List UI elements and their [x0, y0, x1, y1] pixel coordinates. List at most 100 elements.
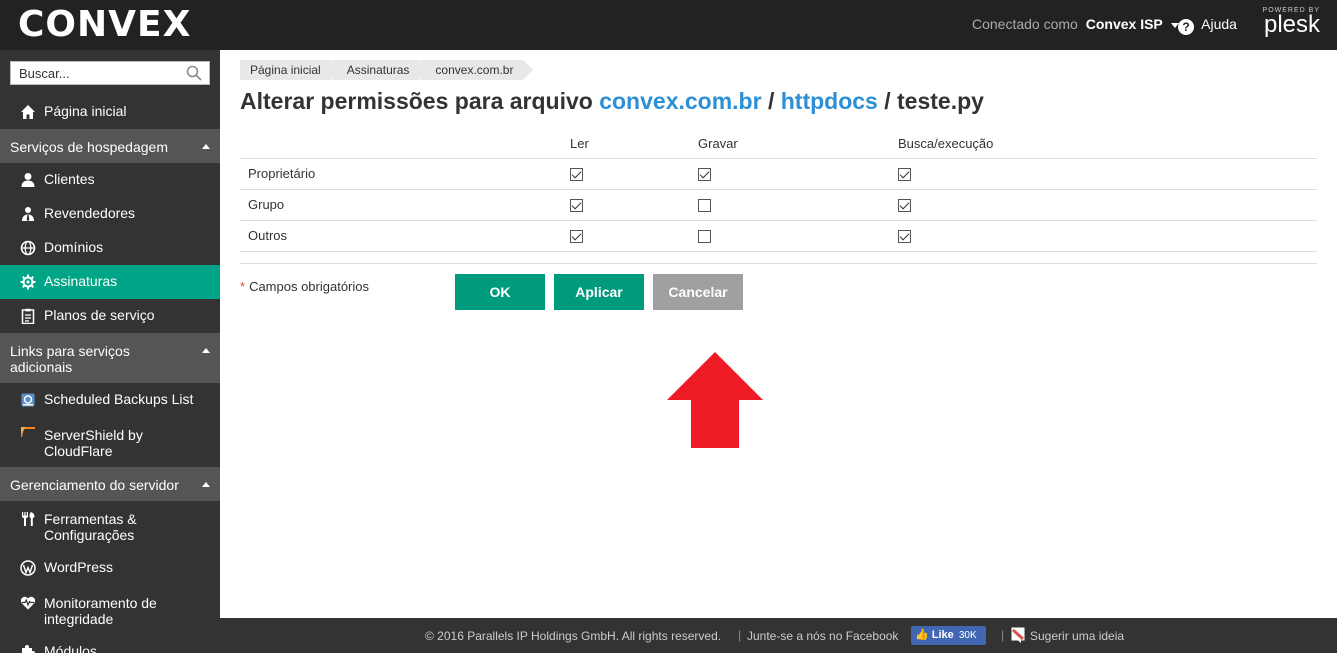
question-icon: ? [1178, 19, 1194, 35]
breadcrumb-subscriptions[interactable]: Assinaturas [332, 60, 430, 80]
checkbox-others-read[interactable] [570, 230, 583, 244]
breadcrumb: Página inicial Assinaturas convex.com.br [240, 60, 534, 80]
search-input[interactable] [11, 62, 181, 84]
sidebar-item-scheduled-backups[interactable]: Scheduled Backups List [0, 383, 220, 417]
reseller-icon [22, 207, 34, 221]
checkbox-owner-execute[interactable] [898, 168, 911, 182]
sidebar-item-label: Página inicial [44, 103, 127, 119]
help-link[interactable]: ? Ajuda [1178, 16, 1237, 35]
plesk-logo: POWERED BY plesk [1258, 7, 1320, 38]
help-label: Ajuda [1201, 16, 1237, 32]
sidebar-item-service-plans[interactable]: Planos de serviço [0, 299, 220, 333]
section-hosting[interactable]: Serviços de hospedagem [0, 129, 220, 163]
table-row: Grupo [240, 189, 1317, 221]
row-label-others: Outros [240, 220, 570, 252]
checkbox-others-write[interactable] [698, 230, 711, 244]
sidebar-item-resellers[interactable]: Revendedores [0, 197, 220, 231]
checkbox-group-read[interactable] [570, 199, 583, 213]
facebook-link[interactable]: Junte-se a nós no Facebook [747, 629, 898, 643]
title-link-domain[interactable]: convex.com.br [599, 88, 761, 114]
copyright: © 2016 Parallels IP Holdings GmbH. All r… [425, 629, 722, 643]
search-box[interactable] [10, 61, 210, 85]
checkbox-group-execute[interactable] [898, 199, 911, 213]
red-arrow-up-icon [667, 352, 763, 448]
chevron-up-icon[interactable] [202, 482, 210, 487]
sidebar-item-label: Scheduled Backups List [44, 391, 194, 407]
sidebar-item-label: Planos de serviço [44, 307, 155, 323]
section-label: Serviços de hospedagem [10, 139, 168, 155]
title-prefix: Alterar permissões para arquivo [240, 88, 593, 114]
sidebar-item-home[interactable]: Página inicial [0, 95, 220, 129]
chevron-up-icon[interactable] [202, 144, 210, 149]
user-name[interactable]: Convex ISP [1086, 16, 1163, 32]
sidebar-item-wordpress[interactable]: WordPress [0, 551, 220, 585]
header-read: Ler [570, 130, 698, 159]
apply-button[interactable]: Aplicar [554, 274, 644, 310]
breadcrumb-home[interactable]: Página inicial [240, 60, 341, 80]
sidebar-item-modules[interactable]: Módulos [0, 635, 220, 653]
sidebar-item-label: ServerShield by CloudFlare [44, 427, 143, 459]
backup-icon [21, 393, 35, 407]
required-star: * [240, 279, 246, 294]
checkbox-group-write[interactable] [698, 199, 711, 213]
thumbs-up-icon: 👍 [915, 629, 929, 641]
ok-button[interactable]: OK [455, 274, 545, 310]
sidebar-item-label: WordPress [44, 559, 113, 575]
wordpress-icon [20, 560, 36, 576]
header-execute: Busca/execução [898, 130, 1317, 159]
globe-icon [20, 240, 36, 256]
sidebar: Página inicial Serviços de hospedagem Cl… [0, 50, 220, 653]
connected-label: Conectado como [972, 16, 1078, 32]
sidebar-item-subscriptions[interactable]: Assinaturas [0, 265, 220, 299]
sidebar-item-tools-settings[interactable]: Ferramentas & Configurações [0, 501, 220, 551]
main-content: Página inicial Assinaturas convex.com.br… [220, 50, 1337, 618]
footer-separator: | [738, 628, 742, 642]
title-separator: / [884, 88, 891, 114]
chevron-up-icon[interactable] [202, 348, 210, 353]
section-additional-links[interactable]: Links para serviços adicionais [0, 333, 220, 383]
top-header: CONVEX Conectado como Convex ISP ? Ajuda… [0, 0, 1337, 50]
like-count: 30K [958, 630, 977, 641]
table-row: Outros [240, 220, 1317, 252]
section-label: Gerenciamento do servidor [10, 477, 179, 493]
facebook-like-button[interactable]: 👍 Like 30K [911, 626, 986, 645]
convex-logo[interactable]: CONVEX [18, 6, 191, 44]
title-link-httpdocs[interactable]: httpdocs [781, 88, 878, 114]
checkbox-owner-read[interactable] [570, 168, 583, 182]
title-filename: teste.py [897, 88, 984, 114]
puzzle-icon [22, 645, 35, 653]
cancel-button[interactable]: Cancelar [653, 274, 743, 310]
footer: © 2016 Parallels IP Holdings GmbH. All r… [220, 618, 1337, 653]
connected-as[interactable]: Conectado como Convex ISP [972, 16, 1179, 32]
suggest-idea-link[interactable]: Sugerir uma ideia [1030, 629, 1124, 643]
sidebar-item-servershield[interactable]: ServerShield by CloudFlare [0, 417, 220, 459]
checkbox-others-execute[interactable] [898, 230, 911, 244]
page-title: Alterar permissões para arquivo convex.c… [240, 88, 984, 115]
sidebar-item-label: Assinaturas [44, 273, 118, 289]
like-label: Like [931, 629, 954, 641]
sidebar-item-domains[interactable]: Domínios [0, 231, 220, 265]
form-divider [240, 263, 1317, 264]
sidebar-item-health-monitoring[interactable]: Monitoramento de integridade [0, 585, 220, 635]
home-icon [21, 105, 35, 119]
breadcrumb-domain[interactable]: convex.com.br [421, 60, 534, 80]
checkbox-owner-write[interactable] [698, 168, 711, 182]
table-header-row: Ler Gravar Busca/execução [240, 130, 1317, 159]
plesk-wordmark: plesk [1263, 11, 1320, 38]
header-write: Gravar [698, 130, 898, 159]
search-icon[interactable] [186, 65, 202, 81]
cloudflare-icon [21, 427, 35, 437]
row-label-owner: Proprietário [240, 158, 570, 190]
idea-icon [1011, 627, 1025, 643]
required-fields-note: * Campos obrigatórios [240, 279, 369, 294]
clipboard-icon [21, 308, 35, 324]
sidebar-item-label: Módulos [44, 643, 97, 653]
title-separator: / [767, 88, 775, 114]
tools-icon [22, 512, 35, 526]
section-server-management[interactable]: Gerenciamento do servidor [0, 467, 220, 501]
heart-pulse-icon [20, 596, 36, 610]
sidebar-item-clients[interactable]: Clientes [0, 163, 220, 197]
sidebar-item-label: Monitoramento de integridade [44, 595, 157, 627]
gear-icon [20, 274, 36, 290]
user-icon [21, 173, 35, 187]
